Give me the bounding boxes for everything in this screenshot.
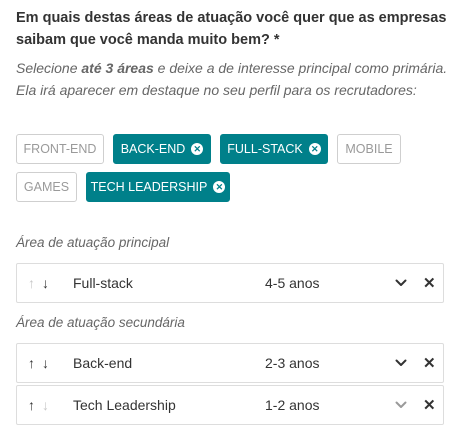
chevron-down-icon[interactable] bbox=[395, 355, 407, 371]
chevron-down-icon[interactable] bbox=[395, 275, 407, 291]
question-title: Em quais destas áreas de atuação você qu… bbox=[16, 10, 447, 48]
tag-front-end[interactable]: FRONT-END bbox=[16, 134, 104, 164]
arrow-up-icon[interactable]: ↑ bbox=[28, 355, 35, 371]
hint-text-before: Selecione bbox=[16, 60, 82, 76]
primary-area-label: Área de atuação principal bbox=[16, 235, 170, 250]
area-name: Full-stack bbox=[73, 275, 133, 291]
arrow-down-icon[interactable]: ↓ bbox=[42, 355, 49, 371]
tag-games[interactable]: GAMES bbox=[16, 172, 77, 202]
years-select[interactable]: 2-3 anos bbox=[265, 355, 319, 371]
tag-tech-leadership[interactable]: TECH LEADERSHIP ✕ bbox=[86, 172, 230, 202]
tag-label: TECH LEADERSHIP bbox=[90, 180, 208, 194]
arrow-down-icon[interactable]: ↓ bbox=[42, 397, 49, 413]
arrow-up-icon[interactable]: ↑ bbox=[28, 397, 35, 413]
primary-area-row: ↑ ↓ Full-stack 4-5 anos ✕ bbox=[16, 263, 444, 303]
secondary-area-label: Área de atuação secundária bbox=[16, 315, 185, 330]
years-select[interactable]: 1-2 anos bbox=[265, 397, 319, 413]
tag-label: GAMES bbox=[23, 180, 70, 194]
tag-mobile[interactable]: MOBILE bbox=[337, 134, 401, 164]
close-icon[interactable]: ✕ bbox=[423, 396, 436, 414]
hint-text-bold: até 3 áreas bbox=[81, 60, 154, 76]
arrow-down-icon[interactable]: ↓ bbox=[42, 275, 49, 291]
remove-circle-icon[interactable]: ✕ bbox=[308, 143, 321, 155]
tag-label: FRONT-END bbox=[23, 142, 97, 156]
remove-circle-icon[interactable]: ✕ bbox=[213, 181, 226, 193]
tag-label: BACK-END bbox=[120, 142, 186, 156]
area-name: Tech Leadership bbox=[73, 397, 176, 413]
secondary-area-row: ↑ ↓ Back-end 2-3 anos ✕ bbox=[16, 343, 444, 383]
tag-full-stack[interactable]: FULL-STACK ✕ bbox=[220, 134, 328, 164]
tag-label: FULL-STACK bbox=[227, 142, 303, 156]
area-name: Back-end bbox=[73, 355, 133, 371]
remove-circle-icon[interactable]: ✕ bbox=[191, 143, 204, 155]
years-select[interactable]: 4-5 anos bbox=[265, 275, 319, 291]
instructions-text: Selecione até 3 áreas e deixe a de inter… bbox=[16, 57, 456, 101]
secondary-area-row: ↑ ↓ Tech Leadership 1-2 anos ✕ bbox=[16, 385, 444, 425]
close-icon[interactable]: ✕ bbox=[423, 274, 436, 292]
tag-back-end[interactable]: BACK-END ✕ bbox=[113, 134, 211, 164]
arrow-up-icon[interactable]: ↑ bbox=[28, 275, 35, 291]
tag-label: MOBILE bbox=[345, 142, 393, 156]
chevron-down-icon[interactable] bbox=[395, 397, 407, 413]
close-icon[interactable]: ✕ bbox=[423, 354, 436, 372]
